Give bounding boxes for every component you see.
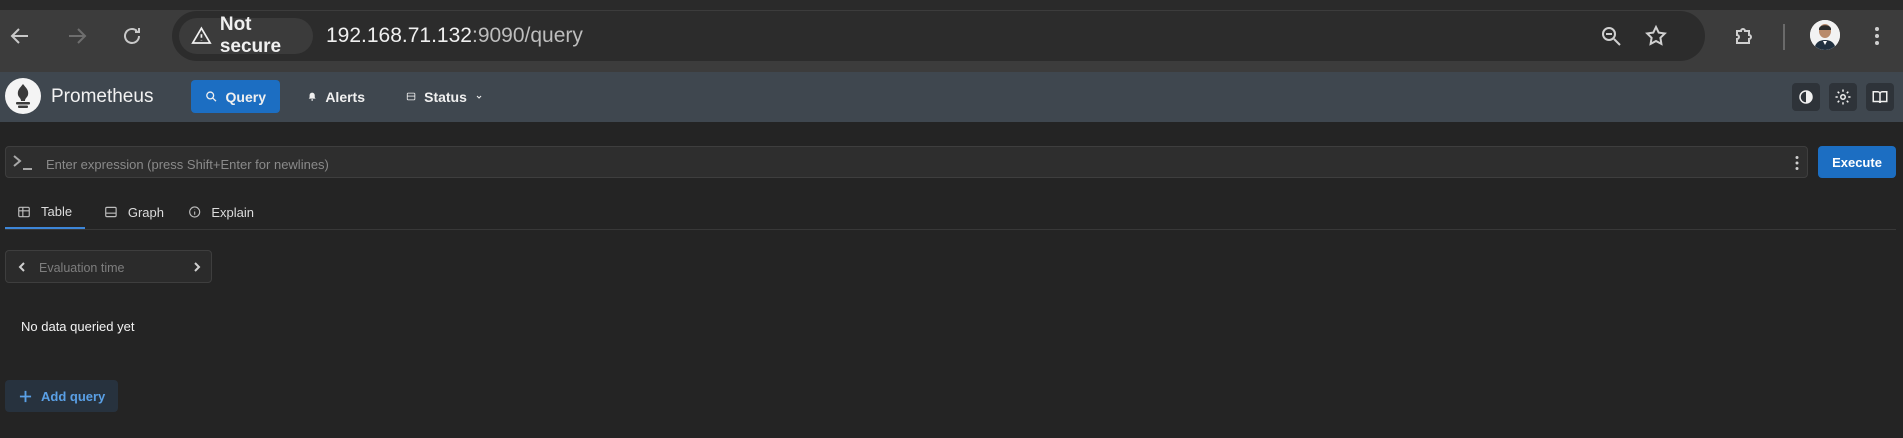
security-indicator[interactable]: Not secure bbox=[179, 14, 313, 57]
plus-icon bbox=[19, 390, 32, 402]
browser-toolbar: Not secure 192.168.71.132:9090/query bbox=[0, 0, 1903, 72]
nav-alerts-label: Alerts bbox=[325, 88, 365, 105]
tab-table-label: Table bbox=[41, 204, 73, 219]
reload-icon bbox=[124, 28, 140, 44]
nav-status-label: Status bbox=[424, 88, 467, 105]
gear-icon bbox=[1835, 89, 1851, 105]
table-icon bbox=[18, 206, 30, 217]
evaluation-time-picker bbox=[5, 250, 212, 283]
documentation-button[interactable] bbox=[1866, 83, 1894, 111]
graph-icon bbox=[105, 206, 117, 218]
chevron-down-icon bbox=[476, 95, 482, 99]
expression-editor[interactable] bbox=[5, 146, 1808, 178]
url-host: 192.168.71.132 bbox=[326, 24, 472, 47]
expression-input[interactable] bbox=[44, 153, 1748, 175]
tab-table[interactable]: Table bbox=[5, 196, 85, 229]
nav-query[interactable]: Query bbox=[191, 80, 280, 113]
execute-button[interactable]: Execute bbox=[1818, 146, 1896, 178]
prometheus-flame-icon bbox=[6, 79, 40, 113]
info-icon bbox=[189, 206, 201, 218]
terminal-prompt-icon bbox=[13, 155, 32, 170]
zoom-button[interactable] bbox=[1597, 22, 1625, 50]
zoom-out-icon bbox=[1602, 27, 1621, 46]
server-icon bbox=[406, 92, 416, 101]
extensions-button[interactable] bbox=[1726, 18, 1762, 54]
security-label: Not secure bbox=[219, 14, 282, 57]
profile-avatar[interactable] bbox=[1810, 20, 1840, 50]
chevron-right-icon[interactable] bbox=[190, 259, 204, 275]
result-tabs: Table Graph Explain bbox=[5, 196, 1896, 230]
address-bar[interactable]: Not secure 192.168.71.132:9090/query bbox=[172, 11, 1705, 61]
arrow-right-icon bbox=[69, 28, 87, 44]
nav-query-label: Query bbox=[225, 88, 266, 105]
star-icon bbox=[1645, 24, 1667, 46]
forward-button[interactable] bbox=[59, 18, 95, 54]
url-text[interactable]: 192.168.71.132:9090/query bbox=[326, 24, 583, 48]
add-query-label: Add query bbox=[41, 388, 106, 404]
chevron-left-icon[interactable] bbox=[15, 259, 29, 275]
tab-graph-label: Graph bbox=[127, 204, 164, 220]
settings-button[interactable] bbox=[1829, 83, 1857, 111]
add-query-button[interactable]: Add query bbox=[5, 380, 118, 412]
warning-icon bbox=[191, 26, 212, 44]
toolbar-divider bbox=[1783, 24, 1785, 50]
url-path: :9090/query bbox=[471, 24, 583, 47]
reload-button[interactable] bbox=[114, 18, 150, 54]
brand-name[interactable]: Prometheus bbox=[51, 86, 153, 108]
more-vertical-icon bbox=[1875, 27, 1879, 45]
theme-toggle-button[interactable] bbox=[1792, 83, 1820, 111]
book-icon bbox=[1872, 91, 1888, 104]
nav-status[interactable]: Status bbox=[392, 80, 497, 113]
user-avatar-icon bbox=[1810, 20, 1840, 50]
tab-strip bbox=[0, 0, 1903, 10]
nav-alerts[interactable]: Alerts bbox=[293, 80, 379, 113]
prometheus-logo[interactable] bbox=[5, 78, 41, 114]
tab-explain-label: Explain bbox=[211, 204, 254, 220]
search-icon bbox=[206, 91, 217, 102]
bookmark-button[interactable] bbox=[1642, 22, 1670, 50]
bell-icon bbox=[308, 92, 316, 101]
app-header: Prometheus Query Alerts Status bbox=[0, 72, 1903, 122]
back-button[interactable] bbox=[2, 18, 38, 54]
puzzle-icon bbox=[1736, 28, 1752, 44]
empty-state-message: No data queried yet bbox=[21, 319, 135, 334]
arrow-left-icon bbox=[10, 28, 28, 44]
tab-explain[interactable]: Explain bbox=[176, 196, 266, 228]
tab-graph[interactable]: Graph bbox=[92, 196, 176, 228]
contrast-icon bbox=[1799, 90, 1813, 104]
evaluation-time-input[interactable] bbox=[37, 258, 191, 278]
browser-menu-button[interactable] bbox=[1859, 18, 1895, 54]
more-vertical-icon[interactable] bbox=[1789, 154, 1805, 172]
